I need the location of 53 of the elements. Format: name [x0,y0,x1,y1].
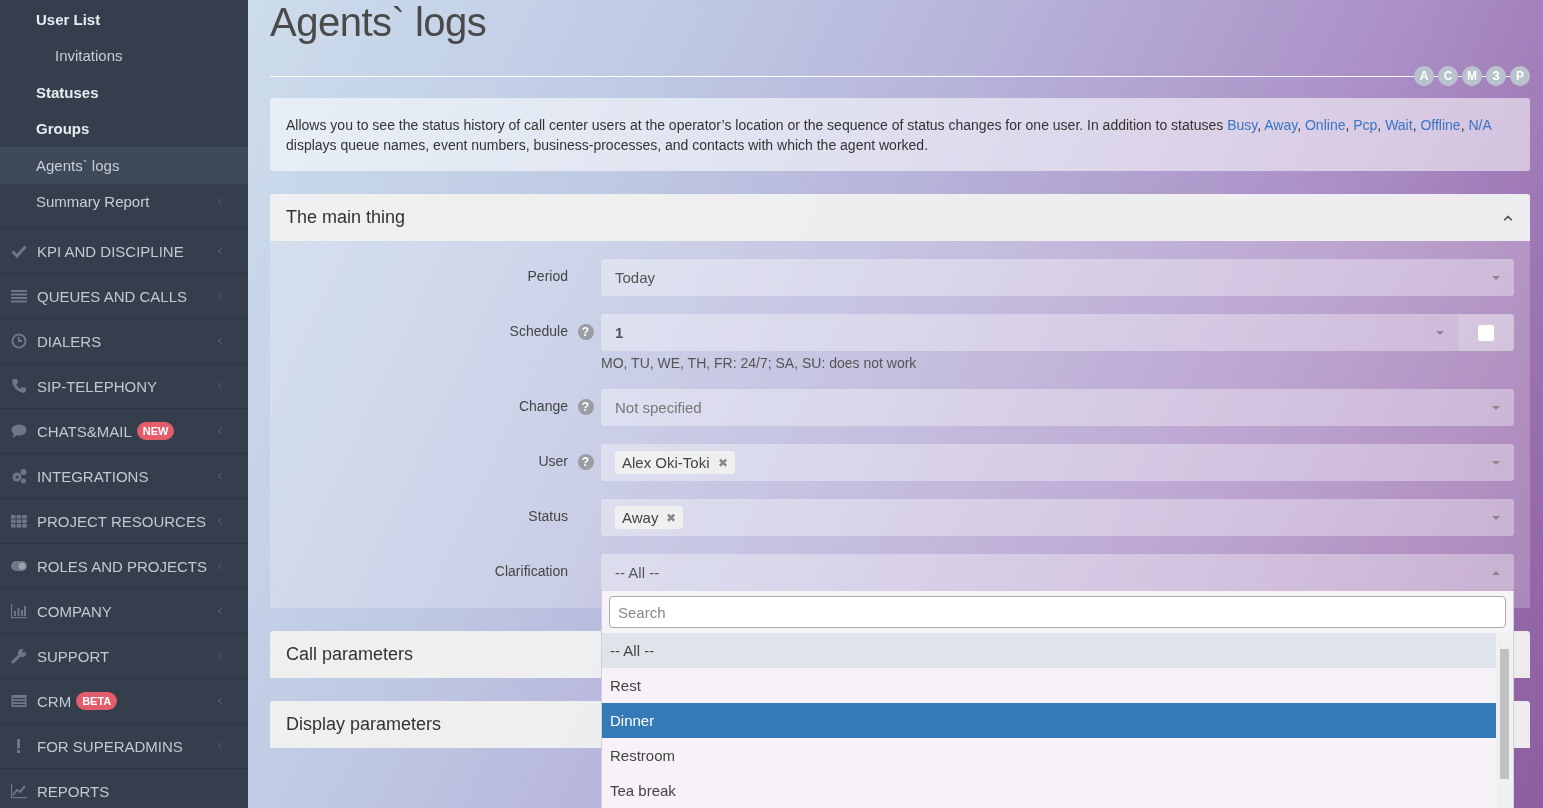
field-label: Status [528,508,568,524]
clock-icon [10,333,27,349]
phone-icon [10,378,27,394]
tag-select[interactable]: Away ✖ [601,499,1514,536]
panel-header[interactable]: The main thing [270,194,1530,241]
card-icon [10,693,27,709]
select-field[interactable]: Today [601,259,1514,296]
sidebar-item[interactable]: Statuses [0,74,248,111]
tag-chip: Away ✖ [615,506,684,529]
badge: BETA [76,692,118,710]
field-label: Schedule [509,323,568,339]
field-label: Clarification [494,563,568,579]
info-text: Allows you to see the status history of call center users at the operator’s location or the sequence of status changes for one user. In addition to statuses Busy, Away, Online, Pcp, Wait, Offline, N/A displays queue names, event numbers, business-processes, and contacts with which the agent worked. [270,98,1530,171]
field-label: User [538,453,568,469]
checkbox[interactable] [1477,323,1495,342]
tag-chip: Alex Oki-Toki ✖ [615,451,735,474]
check-icon [10,243,27,259]
panel-title: Call parameters [286,644,414,665]
wrench-icon [10,648,27,664]
scrollbar[interactable] [1497,633,1512,808]
search-field[interactable]: Search [609,596,1506,628]
line-chart-icon [10,783,27,799]
badge: NEW [136,422,175,440]
dropdown-option[interactable]: Restroom [602,738,1496,773]
sidebar-item[interactable]: Agents` logs [0,147,248,184]
sidebar-section[interactable]: PROJECT RESOURCES [0,498,248,543]
bar-chart-icon [10,603,27,619]
select-field[interactable]: 1 [601,314,1458,351]
sidebar-section[interactable]: CHATS&MAIL NEW [0,408,248,453]
select-field[interactable]: Not specified [601,389,1514,426]
sidebar-item[interactable]: Groups [0,110,248,147]
sidebar-item[interactable]: Summary Report [0,183,248,220]
dropdown-option[interactable]: Rest [602,668,1496,703]
sidebar-section[interactable]: CRM BETA [0,678,248,723]
page-title: Agents` logs [270,0,488,46]
list-icon [10,288,27,304]
field-label: Period [527,268,568,284]
grid-icon [10,513,27,529]
tag-select[interactable]: Alex Oki-Toki ✖ [601,444,1514,481]
field-label: Change [518,398,568,414]
chat-icon [10,423,27,439]
dropdown-option[interactable]: Dinner [602,703,1496,738]
hint-text: MO, TU, WE, TH, FR: 24/7; SA, SU: does not work [601,355,918,371]
toggle-icon [10,558,27,574]
dropdown-option[interactable]: -- All -- [602,633,1496,668]
panel-title: Display parameters [286,714,442,735]
panel-title: The main thing [286,207,406,228]
gears-icon [10,468,27,484]
sidebar-item[interactable]: User List [0,1,248,38]
dropdown-option[interactable]: Tea break [602,773,1496,808]
sidebar-item[interactable]: Invitations [0,37,248,74]
exclamation-icon [17,739,20,753]
select-field[interactable]: -- All -- [601,554,1514,591]
